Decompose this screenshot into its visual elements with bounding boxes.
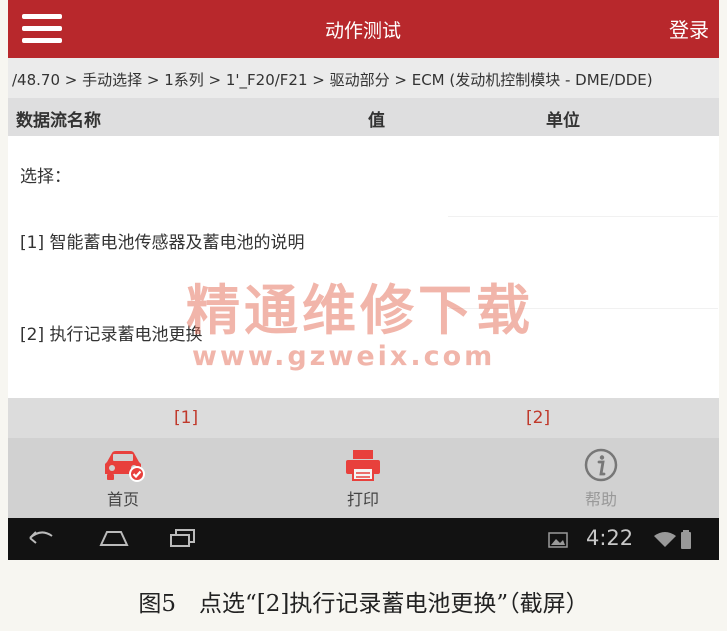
print-label: 打印 xyxy=(346,490,379,509)
key-row: [1] [2] xyxy=(8,398,719,438)
key-1[interactable]: [1] xyxy=(174,408,198,428)
figure-caption: 图5 点选“[2]执行记录蓄电池更换”（截屏） xyxy=(138,591,589,617)
login-button[interactable]: 登录 xyxy=(669,14,709,43)
row-divider xyxy=(448,308,718,309)
menu-icon[interactable] xyxy=(20,12,64,46)
row-divider xyxy=(448,216,718,217)
table-header: 数据流名称 值 单位 xyxy=(8,98,719,136)
selection-list: 选择： [1] 智能蓄电池传感器及蓄电池的说明 [2] 执行记录蓄电池更换 xyxy=(8,136,719,398)
home-button[interactable]: 首页 xyxy=(58,438,188,518)
nav-home-icon[interactable] xyxy=(98,528,130,548)
battery-icon xyxy=(681,530,691,549)
wifi-icon xyxy=(654,532,676,547)
help-label: 帮助 xyxy=(584,490,617,509)
home-label: 首页 xyxy=(106,490,139,509)
bottom-toolbar: 首页 打印 帮助 xyxy=(8,438,719,518)
print-button[interactable]: 打印 xyxy=(298,438,428,518)
printer-icon xyxy=(346,450,380,481)
page-title: 动作测试 xyxy=(324,20,401,42)
option-2[interactable]: [2] 执行记录蓄电池更换 xyxy=(20,322,202,348)
header-bar: 动作测试 登录 xyxy=(8,0,719,58)
column-value-header: 值 xyxy=(368,111,385,131)
app-screen: 动作测试 登录 /48.70 > 手动选择 > 1系列 > 1'_F20/F21… xyxy=(8,0,719,560)
gallery-icon xyxy=(548,532,568,548)
selection-label: 选择： xyxy=(20,167,71,187)
info-icon xyxy=(584,448,618,482)
recent-apps-icon[interactable] xyxy=(168,528,198,548)
android-nav-bar: 4:22 xyxy=(8,518,719,560)
help-button[interactable]: 帮助 xyxy=(536,438,666,518)
status-time: 4:22 xyxy=(586,526,634,550)
column-unit-header: 单位 xyxy=(546,111,580,131)
key-2[interactable]: [2] xyxy=(526,408,550,428)
column-name-header: 数据流名称 xyxy=(16,111,101,131)
back-icon[interactable] xyxy=(26,528,56,548)
breadcrumb: /48.70 > 手动选择 > 1系列 > 1'_F20/F21 > 驱动部分 … xyxy=(8,58,719,98)
car-home-icon xyxy=(105,451,145,482)
option-1[interactable]: [1] 智能蓄电池传感器及蓄电池的说明 xyxy=(20,230,350,256)
